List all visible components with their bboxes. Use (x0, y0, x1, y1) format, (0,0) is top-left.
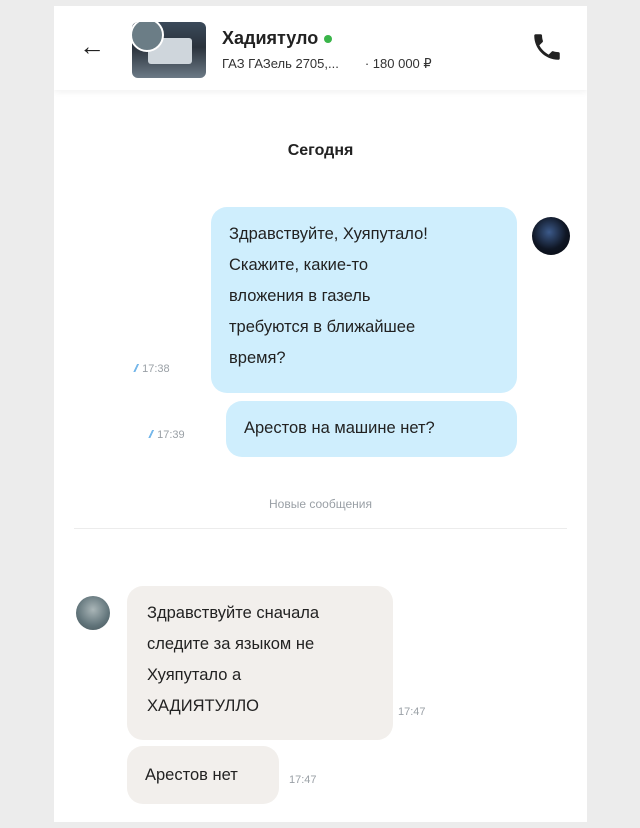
contact-name-text: Хадиятуло (222, 28, 319, 48)
chat-screen: ← Хадиятуло ГАЗ ГАЗель 2705,... · 180 000… (54, 6, 587, 822)
message-line: требуются в ближайшее (229, 318, 416, 336)
listing-price: · 180 000 ₽ (364, 56, 432, 71)
contact-name[interactable]: Хадиятуло (222, 28, 333, 49)
message-line: Арестов нет (145, 766, 238, 784)
listing-title: ГАЗ ГАЗель 2705,... (222, 56, 339, 71)
arrow-left-icon[interactable]: ← (74, 28, 110, 64)
message-time: 17:39 (157, 429, 185, 441)
message-line: время? (229, 349, 286, 367)
new-messages-divider: Новые сообщения (269, 497, 372, 511)
chat-header: ← Хадиятуло ГАЗ ГАЗель 2705,... · 180 000… (54, 6, 587, 90)
message-line: вложения в газель (229, 287, 371, 305)
divider-line (74, 528, 567, 529)
message-line: Скажите, какие-то (229, 256, 369, 274)
message-line: Хуяпутало а (147, 666, 242, 684)
incoming-message[interactable]: Здравствуйте сначала следите за языком н… (127, 586, 393, 740)
contact-avatar[interactable] (76, 596, 110, 630)
phone-icon[interactable] (530, 30, 564, 64)
incoming-message[interactable]: Арестов нет (127, 746, 279, 804)
message-time: 17:47 (289, 774, 317, 786)
outgoing-message[interactable]: Здравствуйте, Хуяпутало! Скажите, какие-… (211, 207, 517, 393)
message-time: 17:38 (142, 363, 170, 375)
online-status-dot (324, 35, 333, 44)
date-separator: Сегодня (287, 142, 354, 159)
message-line: следите за языком не (147, 635, 315, 653)
my-avatar (532, 217, 570, 255)
listing-info[interactable]: ГАЗ ГАЗель 2705,... · 180 000 ₽ (222, 56, 432, 72)
message-meta: // 17:39 (149, 429, 185, 441)
read-check-icon: // (149, 429, 153, 441)
listing-thumbnail[interactable] (132, 22, 206, 78)
message-line: Здравствуйте сначала (147, 604, 320, 622)
outgoing-message[interactable]: Арестов на машине нет? (226, 401, 517, 457)
message-line: Здравствуйте, Хуяпутало! (229, 225, 428, 243)
message-line: ХАДИЯТУЛЛО (147, 697, 260, 715)
message-meta: // 17:38 (134, 363, 170, 375)
read-check-icon: // (134, 363, 138, 375)
message-line: Арестов на машине нет? (244, 419, 435, 437)
message-time: 17:47 (398, 706, 426, 718)
